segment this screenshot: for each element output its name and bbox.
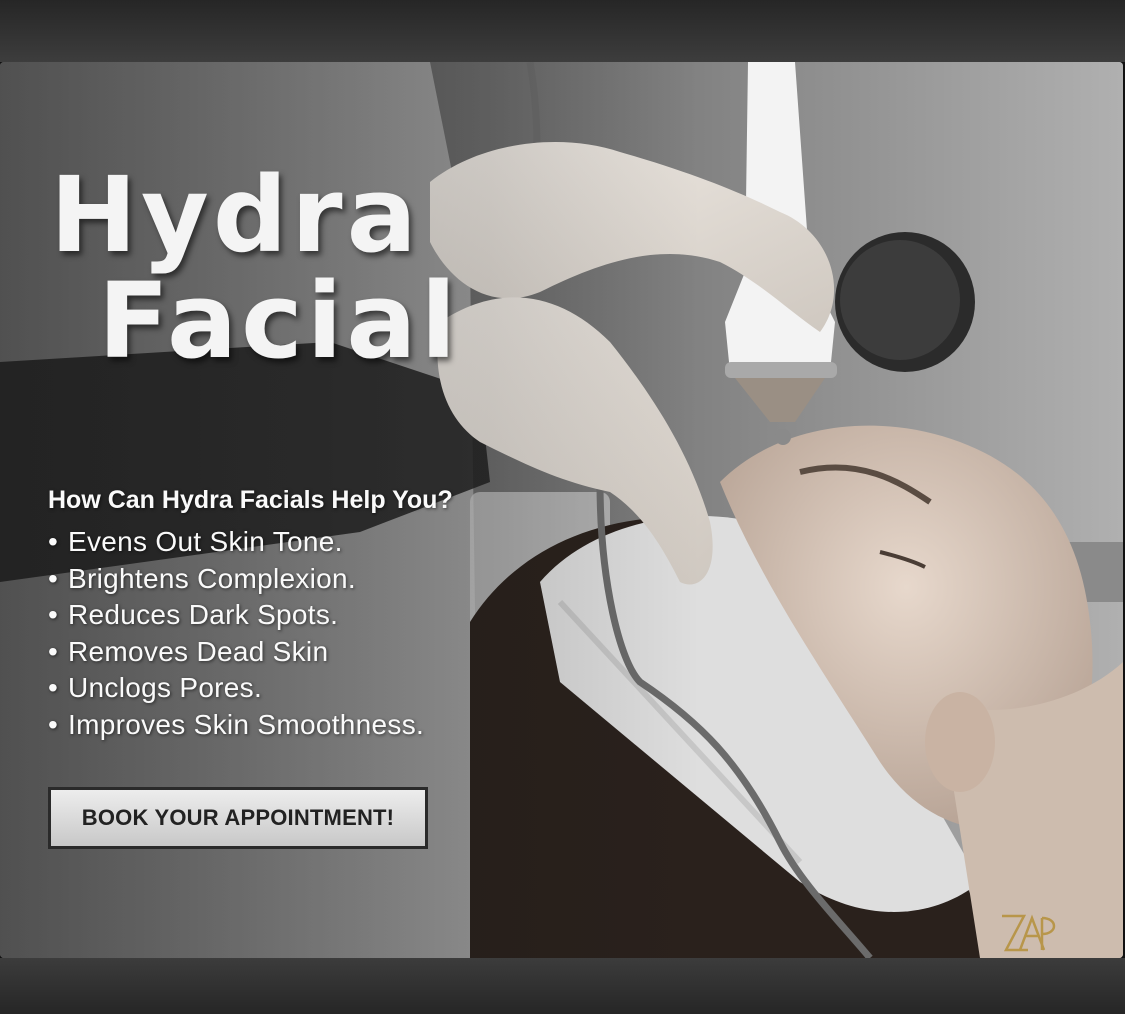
brand-logo (1002, 914, 1056, 952)
bullet: • (48, 672, 59, 703)
bullet: • (48, 708, 59, 740)
title-line-1: Hydra (50, 154, 421, 276)
benefit-item: • Removes Dead Skin (48, 634, 453, 671)
poster-title: Hydra Facial (50, 162, 460, 374)
benefit-text: Removes Dead Skin (68, 635, 329, 667)
benefits-block: How Can Hydra Facials Help You? • Evens O… (48, 482, 453, 743)
benefit-item: • Evens Out Skin Tone. (48, 524, 453, 561)
top-bar (0, 0, 1125, 62)
benefits-list: • Evens Out Skin Tone. • Brightens Complex… (48, 524, 453, 743)
bottom-bar (0, 958, 1125, 1014)
benefit-text: Improves Skin Smoothness. (68, 708, 425, 740)
benefit-item: • Unclogs Pores. (48, 670, 453, 707)
benefit-item: • Reduces Dark Spots. (48, 597, 453, 634)
benefit-item: • Improves Skin Smoothness. (48, 707, 453, 744)
bullet: • (48, 562, 59, 594)
hydra-facial-poster: Hydra Facial How Can Hydra Facials Help … (0, 62, 1123, 958)
bullet: • (48, 599, 59, 630)
bullet: • (48, 526, 59, 557)
bullet: • (48, 635, 59, 667)
benefit-text: Reduces Dark Spots. (68, 599, 339, 630)
benefit-text: Evens Out Skin Tone. (68, 526, 343, 557)
title-line-2: Facial (98, 260, 461, 382)
benefits-heading: How Can Hydra Facials Help You? (48, 486, 453, 514)
benefit-text: Brightens Complexion. (68, 562, 356, 594)
book-appointment-button[interactable]: BOOK YOUR APPOINTMENT! (48, 787, 428, 849)
benefit-item: • Brightens Complexion. (48, 561, 453, 598)
benefit-text: Unclogs Pores. (68, 672, 263, 703)
